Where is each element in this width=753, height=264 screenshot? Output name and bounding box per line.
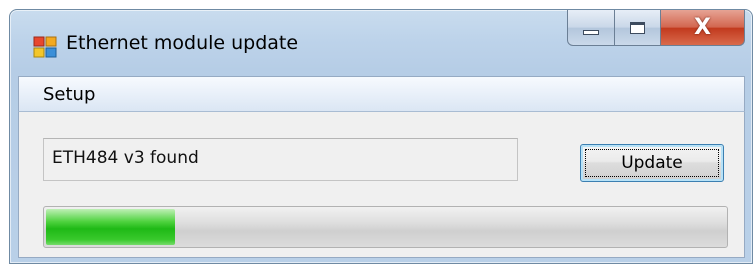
app-window: Ethernet module update X Setup ETH484 v3… <box>9 9 753 264</box>
maximize-icon <box>630 21 645 34</box>
window-title: Ethernet module update <box>66 32 299 54</box>
minimize-icon <box>583 30 599 35</box>
menu-item-setup[interactable]: Setup <box>43 84 95 105</box>
minimize-button[interactable] <box>567 10 615 46</box>
windows-form-icon <box>33 36 57 58</box>
client-area: ETH484 v3 found Update <box>18 112 745 258</box>
caption-buttons: X <box>567 10 745 46</box>
maximize-button[interactable] <box>615 10 661 46</box>
title-bar[interactable]: Ethernet module update X <box>10 10 752 76</box>
focus-rectangle <box>585 149 719 177</box>
close-button[interactable]: X <box>661 10 745 46</box>
close-icon: X <box>694 14 711 40</box>
status-field: ETH484 v3 found <box>43 138 518 181</box>
progress-bar <box>43 206 728 248</box>
menu-bar: Setup <box>18 76 745 112</box>
update-button[interactable]: Update <box>580 144 724 182</box>
progress-fill <box>46 209 175 245</box>
